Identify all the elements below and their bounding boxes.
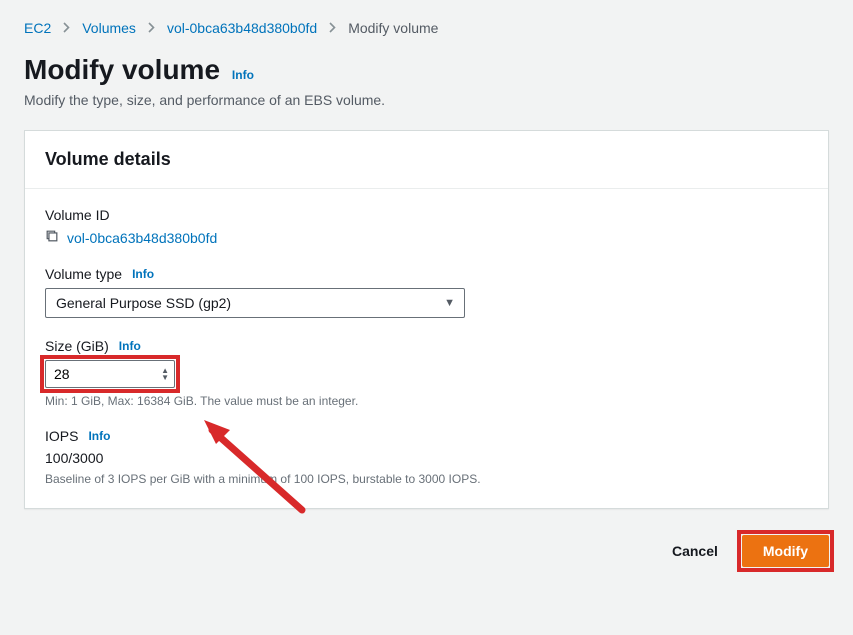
chevron-right-icon <box>63 20 70 36</box>
iops-value: 100/3000 <box>45 450 808 466</box>
modify-button[interactable]: Modify <box>742 535 829 567</box>
size-input-highlight: ▲▼ <box>45 360 175 388</box>
action-bar: Cancel Modify <box>24 535 829 567</box>
modify-button-highlight: Modify <box>742 535 829 567</box>
size-field: Size (GiB) Info ▲▼ Min: 1 GiB, Max: 1638… <box>45 338 808 408</box>
chevron-right-icon <box>148 20 155 36</box>
iops-label: IOPS <box>45 428 78 444</box>
info-link[interactable]: Info <box>119 339 141 353</box>
volume-type-select[interactable]: General Purpose SSD (gp2) <box>45 288 465 318</box>
info-link[interactable]: Info <box>132 267 154 281</box>
breadcrumb-volume-id[interactable]: vol-0bca63b48d380b0fd <box>167 20 317 36</box>
cancel-button[interactable]: Cancel <box>666 535 724 567</box>
volume-details-panel: Volume details Volume ID vol-0bca63b48d3… <box>24 130 829 509</box>
breadcrumb-ec2[interactable]: EC2 <box>24 20 51 36</box>
volume-id-link[interactable]: vol-0bca63b48d380b0fd <box>67 230 217 246</box>
stepper-icon[interactable]: ▲▼ <box>161 367 169 381</box>
panel-title: Volume details <box>45 149 808 170</box>
size-hint: Min: 1 GiB, Max: 16384 GiB. The value mu… <box>45 394 808 408</box>
chevron-right-icon <box>329 20 336 36</box>
info-link[interactable]: Info <box>88 429 110 443</box>
size-label: Size (GiB) <box>45 338 109 354</box>
volume-id-field: Volume ID vol-0bca63b48d380b0fd <box>45 207 808 246</box>
page-title: Modify volume <box>24 54 220 86</box>
copy-icon[interactable] <box>45 229 59 246</box>
info-link[interactable]: Info <box>232 68 254 82</box>
panel-header: Volume details <box>25 131 828 189</box>
volume-type-field: Volume type Info General Purpose SSD (gp… <box>45 266 808 318</box>
page-header: Modify volume Info Modify the type, size… <box>24 54 829 108</box>
page-subtitle: Modify the type, size, and performance o… <box>24 92 829 108</box>
volume-id-label: Volume ID <box>45 207 808 223</box>
volume-type-label: Volume type <box>45 266 122 282</box>
iops-hint: Baseline of 3 IOPS per GiB with a minimu… <box>45 472 808 486</box>
breadcrumb: EC2 Volumes vol-0bca63b48d380b0fd Modify… <box>24 20 829 36</box>
breadcrumb-volumes[interactable]: Volumes <box>82 20 136 36</box>
breadcrumb-current: Modify volume <box>348 20 438 36</box>
size-input[interactable] <box>45 360 175 388</box>
iops-field: IOPS Info 100/3000 Baseline of 3 IOPS pe… <box>45 428 808 486</box>
